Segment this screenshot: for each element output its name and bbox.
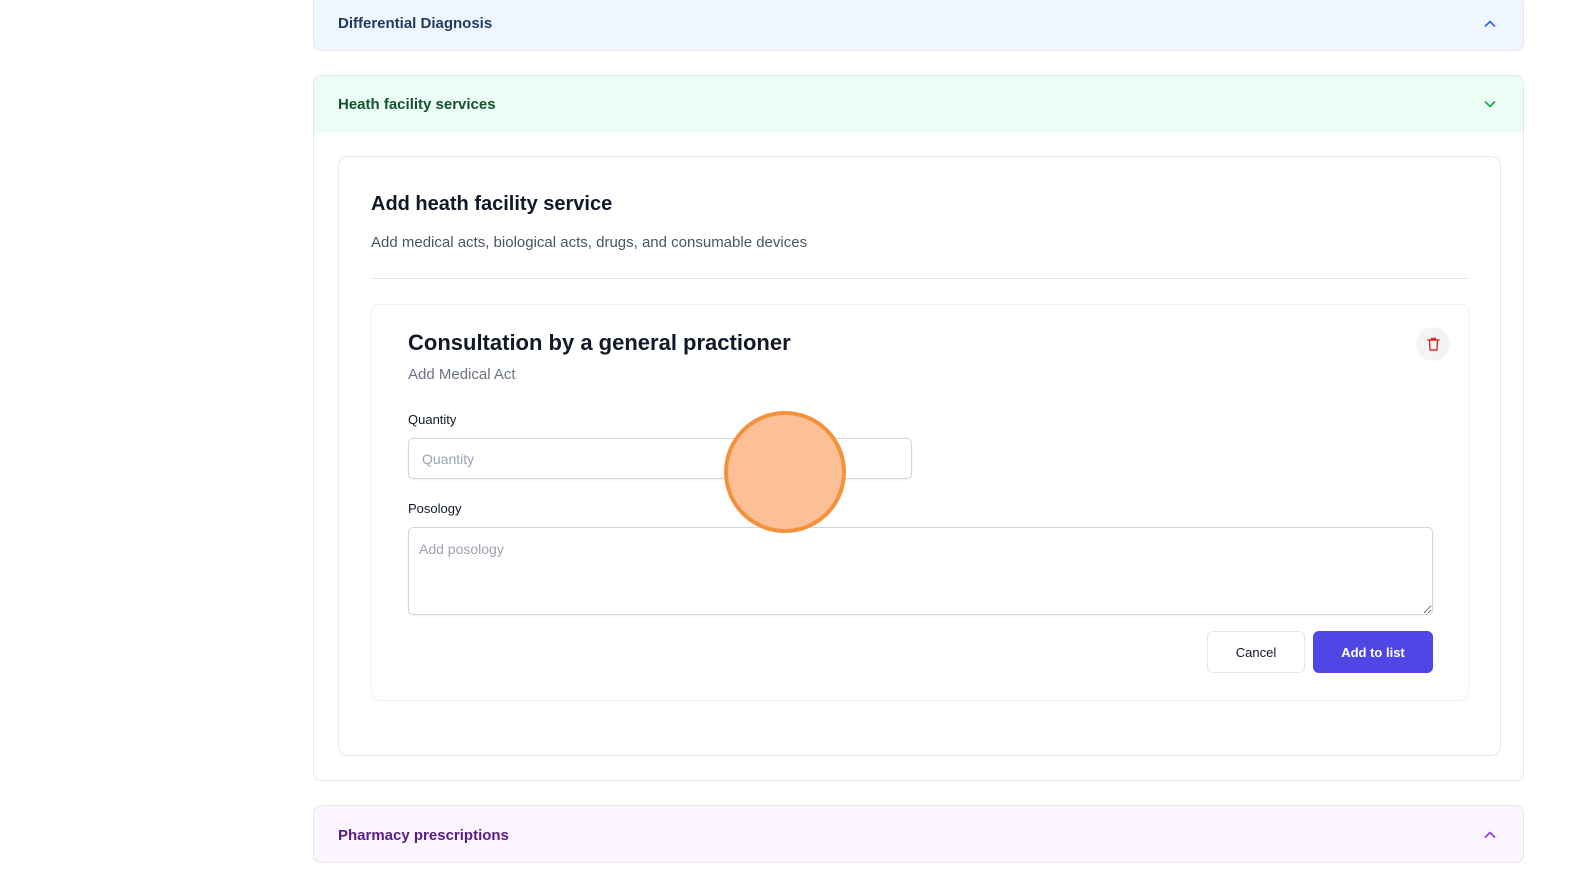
health-facility-services-section: Heath facility services Add heath facili… — [313, 75, 1524, 781]
health-facility-services-header[interactable]: Heath facility services — [314, 76, 1523, 132]
quantity-label: Quantity — [408, 412, 457, 427]
add-service-subtitle: Add medical acts, biological acts, drugs… — [371, 234, 808, 251]
posology-label: Posology — [408, 501, 462, 516]
pharmacy-prescriptions-header[interactable]: Pharmacy prescriptions — [314, 806, 1523, 862]
health-facility-services-title: Heath facility services — [338, 95, 496, 113]
add-service-card: Add heath facility service Add medical a… — [338, 156, 1501, 756]
chevron-up-icon[interactable] — [1483, 17, 1497, 31]
click-highlight — [724, 411, 846, 533]
service-item-type: Add Medical Act — [408, 366, 516, 383]
trash-icon — [1426, 337, 1440, 351]
service-item-card: Consultation by a general practioner Add… — [371, 304, 1469, 701]
chevron-up-icon[interactable] — [1483, 828, 1497, 842]
pharmacy-prescriptions-title: Pharmacy prescriptions — [338, 826, 509, 844]
service-item-title: Consultation by a general practioner — [408, 330, 791, 355]
add-service-title: Add heath facility service — [371, 193, 613, 215]
differential-diagnosis-header[interactable]: Differential Diagnosis — [314, 0, 1523, 50]
differential-diagnosis-section: Differential Diagnosis — [313, 0, 1524, 51]
cancel-button[interactable]: Cancel — [1207, 631, 1305, 673]
chevron-down-icon[interactable] — [1483, 97, 1497, 111]
page: Differential Diagnosis Heath facility se… — [0, 0, 1573, 878]
divider — [371, 278, 1469, 279]
posology-textarea[interactable] — [408, 527, 1433, 615]
pharmacy-prescriptions-section: Pharmacy prescriptions — [313, 805, 1524, 863]
add-to-list-button[interactable]: Add to list — [1313, 631, 1433, 673]
differential-diagnosis-title: Differential Diagnosis — [338, 15, 493, 32]
delete-item-button[interactable] — [1416, 327, 1450, 361]
